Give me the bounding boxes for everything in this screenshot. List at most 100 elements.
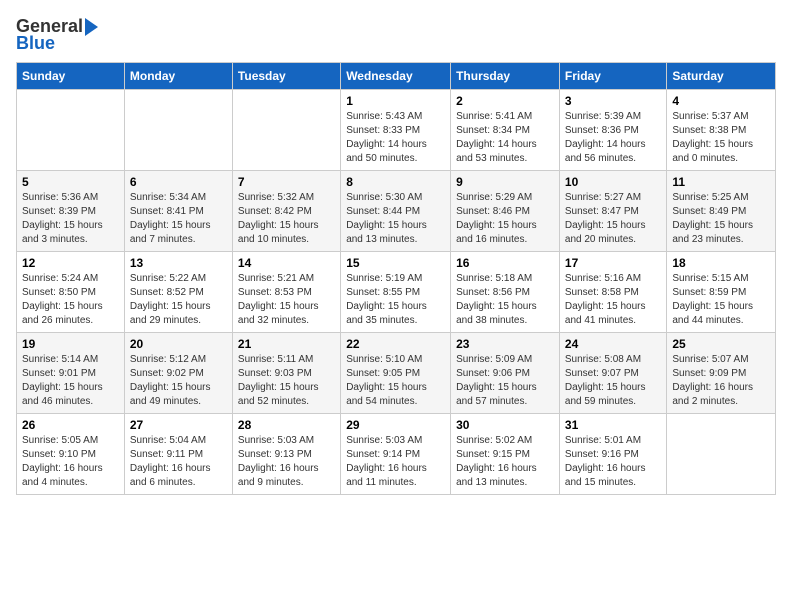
calendar-cell: 31 Sunrise: 5:01 AMSunset: 9:16 PMDayligh…: [559, 414, 666, 495]
day-info: Sunrise: 5:34 AMSunset: 8:41 PMDaylight:…: [130, 191, 227, 247]
day-info: Sunrise: 5:32 AMSunset: 8:42 PMDaylight:…: [238, 191, 335, 247]
page-header: General Blue: [16, 16, 776, 54]
calendar-cell: 9 Sunrise: 5:29 AMSunset: 8:46 PMDaylight…: [451, 171, 560, 252]
day-info: Sunrise: 5:07 AMSunset: 9:09 PMDaylight:…: [672, 353, 770, 409]
day-number: 12: [22, 256, 119, 270]
day-number: 18: [672, 256, 770, 270]
day-info: Sunrise: 5:39 AMSunset: 8:36 PMDaylight:…: [565, 110, 661, 166]
day-info: Sunrise: 5:14 AMSunset: 9:01 PMDaylight:…: [22, 353, 119, 409]
day-number: 24: [565, 337, 661, 351]
day-number: 29: [346, 418, 445, 432]
calendar-cell: 19 Sunrise: 5:14 AMSunset: 9:01 PMDayligh…: [17, 333, 125, 414]
calendar-cell: 21 Sunrise: 5:11 AMSunset: 9:03 PMDayligh…: [232, 333, 340, 414]
calendar-cell: 27Sunrise: 5:04 AMSunset: 9:11 PMDayligh…: [124, 414, 232, 495]
day-info: Sunrise: 5:43 AMSunset: 8:33 PMDaylight:…: [346, 110, 445, 166]
calendar-cell: 3 Sunrise: 5:39 AMSunset: 8:36 PMDaylight…: [559, 90, 666, 171]
day-number: 28: [238, 418, 335, 432]
calendar-cell: 14 Sunrise: 5:21 AMSunset: 8:53 PMDayligh…: [232, 252, 340, 333]
logo: General Blue: [16, 16, 100, 54]
calendar-cell: [667, 414, 776, 495]
day-info: Sunrise: 5:36 AMSunset: 8:39 PMDaylight:…: [22, 191, 119, 247]
day-number: 13: [130, 256, 227, 270]
weekday-header-tuesday: Tuesday: [232, 63, 340, 90]
day-number: 22: [346, 337, 445, 351]
calendar-cell: 28 Sunrise: 5:03 AMSunset: 9:13 PMDayligh…: [232, 414, 340, 495]
calendar-cell: 17 Sunrise: 5:16 AMSunset: 8:58 PMDayligh…: [559, 252, 666, 333]
day-info: Sunrise: 5:24 AMSunset: 8:50 PMDaylight:…: [22, 272, 119, 328]
day-info: Sunrise: 5:29 AMSunset: 8:46 PMDaylight:…: [456, 191, 554, 247]
calendar-cell: 25 Sunrise: 5:07 AMSunset: 9:09 PMDayligh…: [667, 333, 776, 414]
day-info: Sunrise: 5:09 AMSunset: 9:06 PMDaylight:…: [456, 353, 554, 409]
calendar-cell: [232, 90, 340, 171]
day-info: Sunrise: 5:11 AMSunset: 9:03 PMDaylight:…: [238, 353, 335, 409]
calendar-cell: [17, 90, 125, 171]
day-info: Sunrise: 5:15 AMSunset: 8:59 PMDaylight:…: [672, 272, 770, 328]
day-info: Sunrise: 5:03 AMSunset: 9:13 PMDaylight:…: [238, 434, 335, 490]
calendar-cell: 29 Sunrise: 5:03 AMSunset: 9:14 PMDayligh…: [341, 414, 451, 495]
day-number: 17: [565, 256, 661, 270]
day-info: Sunrise: 5:08 AMSunset: 9:07 PMDaylight:…: [565, 353, 661, 409]
day-number: 23: [456, 337, 554, 351]
day-info: Sunrise: 5:41 AMSunset: 8:34 PMDaylight:…: [456, 110, 554, 166]
day-number: 14: [238, 256, 335, 270]
calendar-cell: 26 Sunrise: 5:05 AMSunset: 9:10 PMDayligh…: [17, 414, 125, 495]
day-info: Sunrise: 5:02 AMSunset: 9:15 PMDaylight:…: [456, 434, 554, 490]
day-number: 25: [672, 337, 770, 351]
calendar-table: SundayMondayTuesdayWednesdayThursdayFrid…: [16, 62, 776, 495]
calendar-cell: 2 Sunrise: 5:41 AMSunset: 8:34 PMDaylight…: [451, 90, 560, 171]
logo-blue-text: Blue: [16, 33, 55, 54]
calendar-cell: 20 Sunrise: 5:12 AMSunset: 9:02 PMDayligh…: [124, 333, 232, 414]
day-number: 16: [456, 256, 554, 270]
calendar-cell: 1Sunrise: 5:43 AMSunset: 8:33 PMDaylight…: [341, 90, 451, 171]
day-info: Sunrise: 5:04 AMSunset: 9:11 PMDaylight:…: [130, 434, 227, 490]
calendar-cell: 5 Sunrise: 5:36 AMSunset: 8:39 PMDaylight…: [17, 171, 125, 252]
day-info: Sunrise: 5:03 AMSunset: 9:14 PMDaylight:…: [346, 434, 445, 490]
day-number: 5: [22, 175, 119, 189]
day-info: Sunrise: 5:37 AMSunset: 8:38 PMDaylight:…: [672, 110, 770, 166]
day-number: 9: [456, 175, 554, 189]
weekday-header-thursday: Thursday: [451, 63, 560, 90]
day-number: 2: [456, 94, 554, 108]
day-info: Sunrise: 5:19 AMSunset: 8:55 PMDaylight:…: [346, 272, 445, 328]
day-number: 11: [672, 175, 770, 189]
calendar-cell: 13 Sunrise: 5:22 AMSunset: 8:52 PMDayligh…: [124, 252, 232, 333]
day-number: 6: [130, 175, 227, 189]
day-info: Sunrise: 5:10 AMSunset: 9:05 PMDaylight:…: [346, 353, 445, 409]
day-info: Sunrise: 5:12 AMSunset: 9:02 PMDaylight:…: [130, 353, 227, 409]
day-number: 31: [565, 418, 661, 432]
day-info: Sunrise: 5:22 AMSunset: 8:52 PMDaylight:…: [130, 272, 227, 328]
weekday-header-monday: Monday: [124, 63, 232, 90]
day-info: Sunrise: 5:05 AMSunset: 9:10 PMDaylight:…: [22, 434, 119, 490]
calendar-cell: 23 Sunrise: 5:09 AMSunset: 9:06 PMDayligh…: [451, 333, 560, 414]
day-number: 7: [238, 175, 335, 189]
day-info: Sunrise: 5:16 AMSunset: 8:58 PMDaylight:…: [565, 272, 661, 328]
day-number: 21: [238, 337, 335, 351]
calendar-cell: 12 Sunrise: 5:24 AMSunset: 8:50 PMDayligh…: [17, 252, 125, 333]
day-info: Sunrise: 5:25 AMSunset: 8:49 PMDaylight:…: [672, 191, 770, 247]
calendar-cell: [124, 90, 232, 171]
calendar-cell: 8 Sunrise: 5:30 AMSunset: 8:44 PMDaylight…: [341, 171, 451, 252]
weekday-header-sunday: Sunday: [17, 63, 125, 90]
logo-arrow-icon: [85, 18, 98, 36]
day-number: 10: [565, 175, 661, 189]
day-number: 19: [22, 337, 119, 351]
day-number: 26: [22, 418, 119, 432]
calendar-cell: 18 Sunrise: 5:15 AMSunset: 8:59 PMDayligh…: [667, 252, 776, 333]
calendar-cell: 16 Sunrise: 5:18 AMSunset: 8:56 PMDayligh…: [451, 252, 560, 333]
calendar-cell: 11 Sunrise: 5:25 AMSunset: 8:49 PMDayligh…: [667, 171, 776, 252]
day-info: Sunrise: 5:21 AMSunset: 8:53 PMDaylight:…: [238, 272, 335, 328]
calendar-cell: 6 Sunrise: 5:34 AMSunset: 8:41 PMDaylight…: [124, 171, 232, 252]
calendar-cell: 7 Sunrise: 5:32 AMSunset: 8:42 PMDaylight…: [232, 171, 340, 252]
day-number: 20: [130, 337, 227, 351]
day-number: 15: [346, 256, 445, 270]
weekday-header-saturday: Saturday: [667, 63, 776, 90]
day-info: Sunrise: 5:01 AMSunset: 9:16 PMDaylight:…: [565, 434, 661, 490]
weekday-header-wednesday: Wednesday: [341, 63, 451, 90]
day-info: Sunrise: 5:30 AMSunset: 8:44 PMDaylight:…: [346, 191, 445, 247]
day-info: Sunrise: 5:18 AMSunset: 8:56 PMDaylight:…: [456, 272, 554, 328]
calendar-cell: 15 Sunrise: 5:19 AMSunset: 8:55 PMDayligh…: [341, 252, 451, 333]
day-number: 8: [346, 175, 445, 189]
day-number: 3: [565, 94, 661, 108]
calendar-cell: 30 Sunrise: 5:02 AMSunset: 9:15 PMDayligh…: [451, 414, 560, 495]
day-number: 30: [456, 418, 554, 432]
